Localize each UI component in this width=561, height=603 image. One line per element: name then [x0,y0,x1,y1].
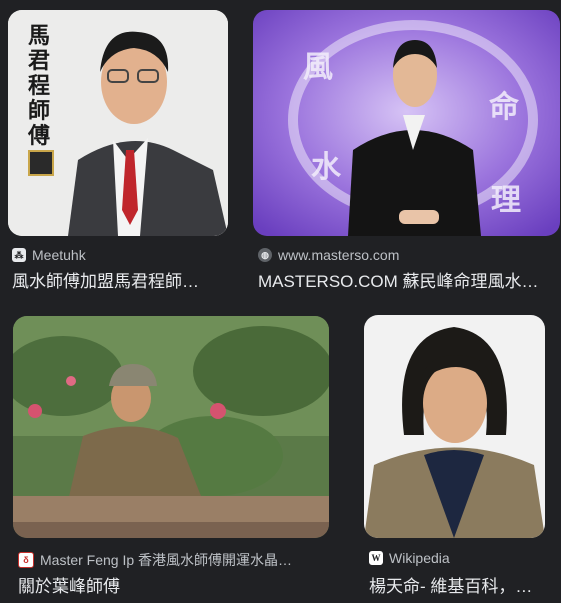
result-title-3[interactable]: 關於葉峰師傅 [18,572,328,597]
outdoor-photo [13,316,329,538]
image-caption-feng: 風 [303,50,333,85]
portrait-photo [364,315,545,538]
image-caption-ming: 命 [489,90,519,125]
image-caption-shui: 水 [311,150,341,185]
seal-logo [28,150,54,176]
source-name: Master Feng Ip 香港風水師傅開運水晶… [40,552,293,568]
fengip-favicon-icon: δ [18,552,34,568]
result-image-1[interactable]: 馬 君 程 師 傅 [8,10,228,236]
globe-favicon-icon: ◍ [258,248,272,262]
result-image-3[interactable] [13,316,329,538]
result-image-2[interactable]: 風 水 命 理 [253,10,560,236]
result-source-1[interactable]: ⁂ Meetuhk [12,247,227,263]
source-name: Meetuhk [32,247,86,263]
result-image-4[interactable] [364,315,545,538]
source-name: www.masterso.com [278,247,400,263]
meetuhk-favicon-icon: ⁂ [12,248,26,262]
result-source-3[interactable]: δ Master Feng Ip 香港風水師傅開運水晶… [18,550,328,570]
result-title-1[interactable]: 風水師傅加盟馬君程師… [12,267,227,292]
image-caption-vertical: 馬 君 程 師 傅 [27,23,50,149]
wikipedia-favicon-icon: W [369,551,383,565]
image-caption-li: 理 [491,183,521,218]
result-title-4[interactable]: 楊天命- 維基百科，… [369,572,554,597]
source-name: Wikipedia [389,550,450,566]
result-source-4[interactable]: W Wikipedia [369,550,554,566]
result-title-2[interactable]: MASTERSO.COM 蘇民峰命理風水… [258,267,558,292]
result-source-2[interactable]: ◍ www.masterso.com [258,247,558,263]
